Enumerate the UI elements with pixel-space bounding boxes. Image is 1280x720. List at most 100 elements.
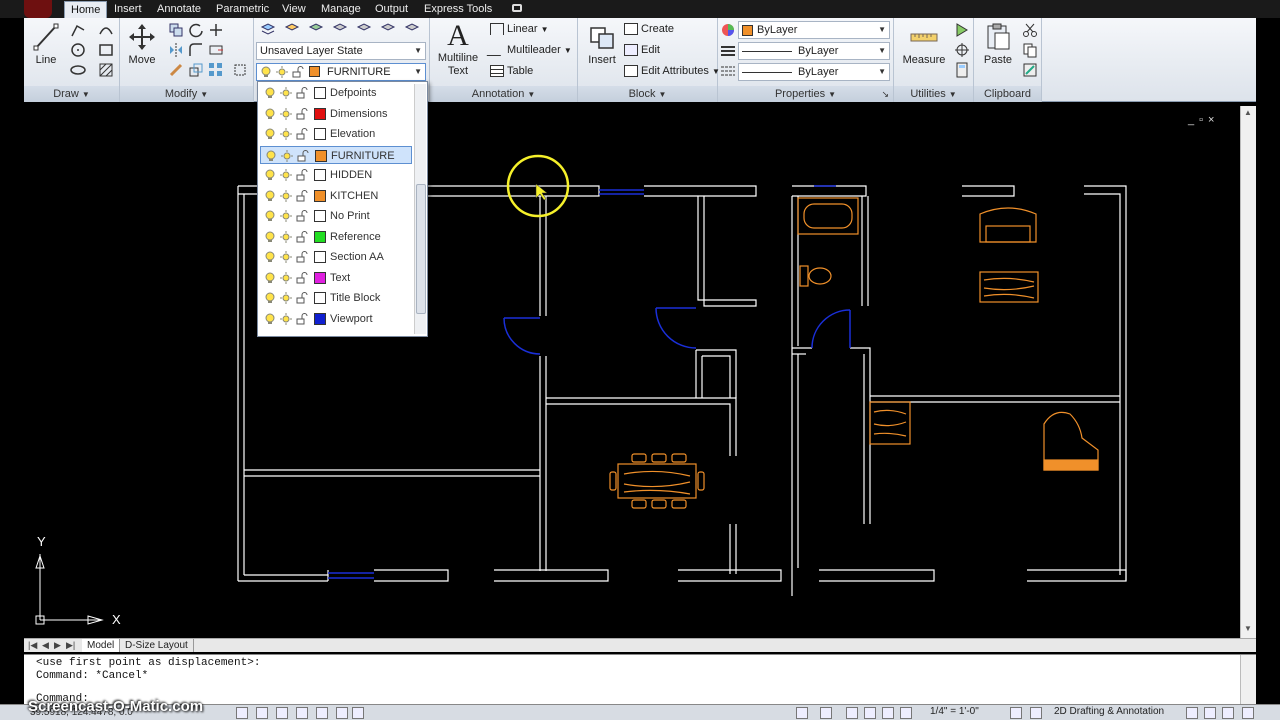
layer-color-swatch[interactable] — [314, 128, 326, 140]
autoscale-icon[interactable] — [1030, 707, 1042, 719]
layer-properties-icon[interactable] — [260, 22, 276, 38]
linetype-combo[interactable]: ByLayer ▼ — [738, 63, 890, 81]
layer-color-swatch[interactable] — [314, 230, 326, 243]
lineweight-toggle-icon[interactable] — [352, 707, 364, 719]
polar-icon[interactable] — [296, 707, 308, 719]
workspace-switcher[interactable]: 2D Drafting & Annotation — [1054, 706, 1164, 717]
unlock-icon[interactable] — [296, 169, 308, 181]
sun-icon[interactable] — [280, 230, 292, 243]
application-menu-button[interactable] — [24, 0, 52, 18]
multiline-text-button[interactable]: A Multiline Text — [436, 20, 480, 78]
layer-previous-icon[interactable] — [404, 22, 420, 38]
lightbulb-icon[interactable] — [264, 128, 276, 140]
lightbulb-icon[interactable] — [265, 150, 277, 162]
unlock-icon[interactable] — [296, 292, 308, 304]
last-layout-icon[interactable]: ▶| — [66, 640, 75, 651]
layer-color-swatch[interactable] — [314, 189, 326, 202]
id-point-icon[interactable] — [954, 42, 970, 58]
lightbulb-icon[interactable] — [264, 210, 276, 222]
osnap-icon[interactable] — [316, 707, 328, 719]
ortho-icon[interactable] — [276, 707, 288, 719]
tab-d-size-layout[interactable]: D-Size Layout — [120, 639, 194, 652]
annotation-visibility-icon[interactable] — [1010, 707, 1022, 719]
layer-row[interactable]: HIDDEN — [260, 166, 412, 184]
otrack-icon[interactable] — [336, 707, 348, 719]
tab-express-tools[interactable]: Express Tools — [418, 1, 498, 18]
lightbulb-icon[interactable] — [264, 272, 276, 284]
sun-icon[interactable] — [280, 128, 292, 140]
block-panel-title[interactable]: Block ▼ — [578, 86, 717, 102]
sun-icon[interactable] — [280, 210, 292, 222]
insert-block-button[interactable]: Insert — [580, 20, 624, 66]
layer-lock-icon[interactable] — [356, 22, 372, 38]
draw-panel-title[interactable]: Draw ▼ — [24, 86, 119, 102]
command-scrollbar[interactable] — [1240, 655, 1256, 705]
layer-color-swatch[interactable] — [314, 169, 326, 181]
command-line[interactable]: <use first point as displacement>: Comma… — [24, 654, 1256, 705]
lightbulb-icon[interactable] — [264, 251, 276, 263]
sun-icon[interactable] — [280, 271, 292, 284]
copy-clip-icon[interactable] — [1022, 42, 1038, 58]
layer-row[interactable]: No Print — [260, 207, 412, 225]
drawing-canvas[interactable]: X Y — [24, 106, 1240, 638]
layer-row[interactable]: Reference — [260, 228, 412, 246]
quick-select-icon[interactable] — [954, 22, 970, 38]
floor-plan-drawing[interactable] — [24, 106, 1240, 638]
unlock-icon[interactable] — [296, 189, 308, 202]
scroll-down-icon[interactable]: ▼ — [1244, 624, 1252, 633]
ribbon-minimize-icon[interactable] — [512, 4, 522, 12]
rotate-icon[interactable] — [188, 22, 204, 38]
color-combo[interactable]: ByLayer ▼ — [738, 21, 890, 39]
create-block-button[interactable]: Create — [624, 20, 674, 38]
layer-row[interactable]: Elevation — [260, 125, 412, 143]
lightbulb-icon[interactable] — [264, 190, 276, 202]
showmotion-icon[interactable] — [900, 707, 912, 719]
sun-icon[interactable] — [280, 312, 292, 325]
snap-icon[interactable] — [236, 707, 248, 719]
lightbulb-icon[interactable] — [264, 231, 276, 243]
layer-color-swatch[interactable] — [314, 312, 326, 325]
lightbulb-icon[interactable] — [264, 87, 276, 99]
stretch-icon[interactable] — [208, 42, 224, 58]
document-window-controls[interactable]: _▫× — [1188, 114, 1219, 126]
layer-row[interactable]: Defpoints — [260, 84, 412, 102]
calculator-icon[interactable] — [954, 62, 970, 78]
sun-icon[interactable] — [280, 189, 292, 202]
tab-output[interactable]: Output — [369, 1, 414, 18]
next-layout-icon[interactable]: ▶ — [54, 640, 61, 651]
layer-color-swatch[interactable] — [314, 210, 326, 222]
scroll-up-icon[interactable]: ▲ — [1244, 108, 1252, 117]
line-button[interactable]: Line — [24, 20, 68, 66]
lineweight-combo[interactable]: ByLayer ▼ — [738, 42, 890, 60]
measure-button[interactable]: Measure — [898, 20, 950, 66]
edit-block-button[interactable]: Edit — [624, 41, 660, 59]
unlock-icon[interactable] — [296, 87, 308, 99]
layer-row[interactable]: Dimensions — [260, 105, 412, 123]
lock-ui-icon[interactable] — [1186, 707, 1198, 719]
layer-dropdown-list[interactable]: Defpoints Dimensions Elevation FURNITURE HID… — [257, 81, 428, 337]
layer-list-scrollbar[interactable] — [414, 84, 426, 334]
linear-dimension-button[interactable]: Linear ▼ — [490, 20, 549, 38]
explode-icon[interactable] — [232, 62, 248, 78]
circle-icon[interactable] — [70, 42, 86, 58]
move-button[interactable]: Move — [120, 20, 164, 66]
quickview-layouts-icon[interactable] — [796, 707, 808, 719]
first-layout-icon[interactable]: |◀ — [28, 640, 37, 651]
layer-state-combo[interactable]: Unsaved Layer State ▼ — [256, 42, 426, 60]
layer-color-swatch[interactable] — [314, 292, 326, 304]
layer-isolate-icon[interactable] — [308, 22, 324, 38]
lightbulb-icon[interactable] — [264, 169, 276, 181]
layer-row[interactable]: Viewport — [260, 310, 412, 328]
zoom-icon[interactable] — [864, 707, 876, 719]
clipboard-panel-title[interactable]: Clipboard — [974, 86, 1041, 102]
unlock-icon[interactable] — [296, 107, 308, 120]
tab-annotate[interactable]: Annotate — [151, 1, 207, 18]
fillet-icon[interactable] — [188, 42, 204, 58]
quickview-drawings-icon[interactable] — [820, 707, 832, 719]
annotation-panel-title[interactable]: Annotation ▼ — [430, 86, 577, 102]
sun-icon[interactable] — [281, 149, 293, 162]
lightbulb-icon[interactable] — [264, 313, 276, 325]
layer-color-swatch[interactable] — [314, 87, 326, 99]
layer-row[interactable]: Text — [260, 269, 412, 287]
layer-color-swatch[interactable] — [315, 149, 327, 162]
